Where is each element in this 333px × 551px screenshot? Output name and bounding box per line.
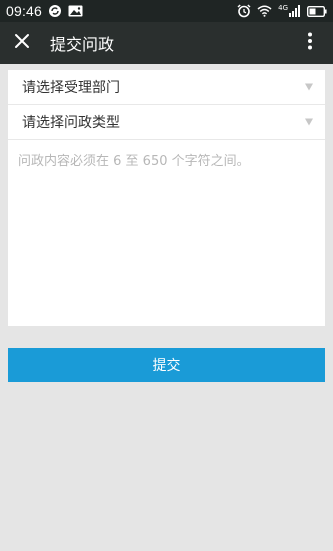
type-select[interactable]: 请选择问政类型: [8, 105, 325, 140]
page-title: 提交问政: [50, 35, 115, 54]
status-left: 09:46: [6, 3, 83, 19]
submit-button[interactable]: 提交: [8, 348, 325, 382]
question-form: 请选择受理部门 请选择问政类型: [8, 70, 325, 326]
battery-icon: [307, 5, 327, 17]
department-select[interactable]: 请选择受理部门: [8, 70, 325, 105]
department-select-value: 请选择受理部门: [22, 80, 120, 96]
wifi-icon: [257, 5, 272, 17]
dropdown-arrow-icon: [305, 83, 313, 91]
more-vert-icon: [307, 32, 313, 54]
sync-icon: [48, 4, 62, 18]
more-options-button[interactable]: [295, 22, 325, 64]
status-bar: 09:46 4G: [0, 0, 333, 22]
network-label: 4G: [278, 4, 288, 12]
type-select-value: 请选择问政类型: [22, 115, 120, 131]
app-bar: 提交问政: [0, 22, 333, 64]
status-right: 4G: [237, 4, 327, 18]
dropdown-arrow-icon: [305, 118, 313, 126]
content-textarea[interactable]: [8, 140, 325, 326]
image-icon: [68, 5, 83, 17]
alarm-icon: [237, 4, 251, 18]
close-button[interactable]: [2, 22, 42, 64]
status-time: 09:46: [6, 3, 43, 19]
signal-4g-icon: 4G: [278, 5, 301, 17]
close-icon: [14, 33, 30, 53]
